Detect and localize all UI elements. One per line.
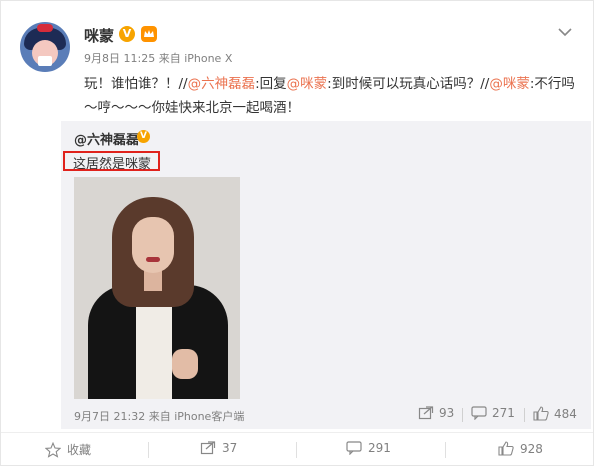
verified-icon: V [137, 130, 150, 143]
post-username[interactable]: 咪蒙 [84, 25, 114, 46]
like-button[interactable]: 928 [498, 441, 543, 456]
favorite-label: 收藏 [67, 443, 92, 457]
comment-icon [471, 406, 487, 420]
post-source: 来自 iPhone X [158, 52, 233, 65]
quoted-date[interactable]: 9月7日 21:32 [74, 410, 145, 423]
star-icon [45, 441, 61, 458]
post-text-part: :到时候可以玩真心话吗？// [327, 76, 490, 92]
avatar-bow-shape [37, 24, 53, 32]
photo-face-shape [132, 217, 174, 273]
repost-count: 37 [222, 441, 238, 455]
mention-link[interactable]: @六神磊磊 [188, 76, 256, 92]
divider [462, 408, 463, 422]
divider [148, 442, 149, 458]
chevron-down-icon[interactable] [558, 22, 572, 41]
quoted-source: 来自 iPhone客户端 [148, 410, 245, 423]
post-text: 玩！谁怕谁？！//@六神磊磊:回复@咪蒙:到时候可以玩真心话吗？//@咪蒙:不行… [84, 72, 584, 120]
vip-crown-icon [141, 26, 157, 42]
thumbs-up-icon [533, 406, 549, 421]
comment-icon [346, 441, 362, 455]
like-count: 928 [520, 441, 543, 456]
photo-neck-shape [144, 271, 162, 291]
comment-count: 291 [368, 441, 391, 455]
quoted-repost-count: 93 [439, 406, 455, 420]
verified-icon: V [119, 26, 135, 42]
post-date[interactable]: 9月8日 11:25 [84, 52, 155, 65]
quoted-comment-button[interactable]: 271 [471, 406, 515, 420]
quoted-like-count: 484 [554, 406, 577, 421]
photo-lips-shape [146, 257, 160, 262]
quoted-photo[interactable] [74, 177, 240, 399]
user-avatar[interactable] [20, 22, 70, 72]
post-meta: 9月8日 11:25 来自 iPhone X [84, 50, 232, 66]
quoted-meta: 9月7日 21:32 来自 iPhone客户端 [74, 408, 244, 424]
mention-link[interactable]: @咪蒙 [489, 76, 530, 92]
favorite-button[interactable]: 收藏 [45, 441, 91, 458]
divider [296, 442, 297, 458]
quoted-like-button[interactable]: 484 [533, 406, 577, 421]
quoted-author[interactable]: @六神磊磊 [74, 129, 139, 148]
quoted-comment-count: 271 [492, 406, 515, 420]
quoted-text: 这居然是咪蒙 [73, 157, 152, 172]
repost-icon [418, 406, 434, 420]
comment-button[interactable]: 291 [346, 441, 391, 455]
thumbs-up-icon [498, 441, 514, 456]
repost-icon [200, 441, 216, 455]
photo-hand-shape [172, 349, 198, 379]
mention-link[interactable]: @咪蒙 [287, 76, 328, 92]
divider [524, 408, 525, 422]
avatar-tag-shape [38, 56, 52, 66]
divider [445, 442, 446, 458]
post-text-part: :回复 [255, 76, 287, 92]
quoted-repost-button[interactable]: 93 [418, 406, 454, 420]
post-text-part: 玩！谁怕谁？！// [84, 76, 188, 92]
repost-button[interactable]: 37 [200, 441, 237, 455]
